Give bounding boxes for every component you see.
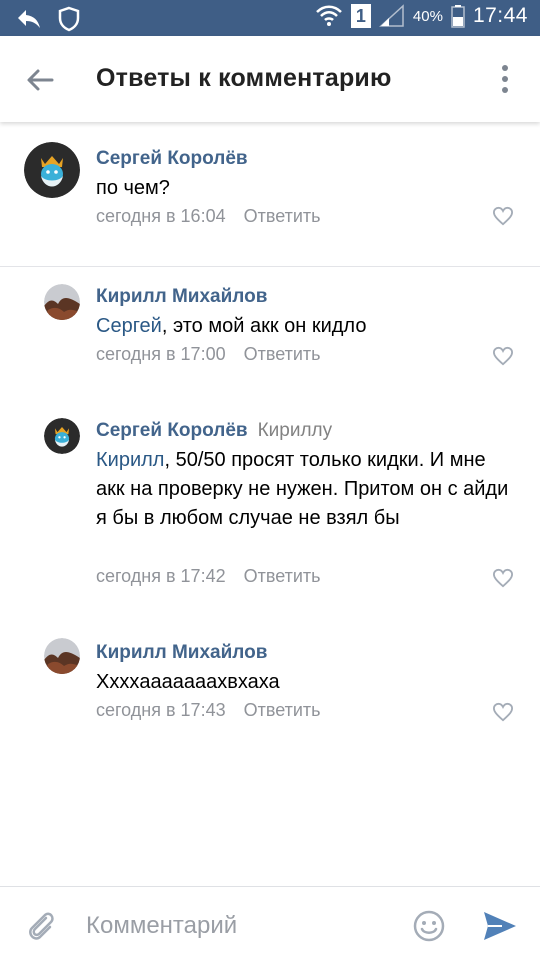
mention-link[interactable]: Кирилл xyxy=(96,449,164,471)
back-arrow-icon[interactable] xyxy=(22,62,58,98)
comment-body: Хххxааааааахвхаха xyxy=(96,671,280,693)
comment-item: Кирилл Михайлов Сергей, это мой акк он к… xyxy=(0,268,540,402)
comment-time: сегодня в 17:00 xyxy=(96,344,226,364)
status-bar: 1 40% 17:44 xyxy=(0,0,540,36)
comment-meta: сегодня в 17:43 Ответить xyxy=(96,700,321,721)
status-bar-left xyxy=(16,6,80,32)
comment-text: Хххxааааааахвхаха xyxy=(96,668,516,697)
comment-meta: сегодня в 17:42 Ответить xyxy=(96,566,321,587)
reply-button[interactable]: Ответить xyxy=(244,206,321,226)
comment-author[interactable]: Сергей Королёв xyxy=(96,148,248,170)
author-name: Сергей Королёв xyxy=(96,148,248,169)
battery-icon xyxy=(451,5,465,28)
comment-body: , это мой акк он кидло xyxy=(161,315,367,337)
like-heart-icon[interactable] xyxy=(492,568,514,588)
comment-text: Кирилл, 50/50 просят только кидки. И мне… xyxy=(96,446,516,533)
comment-author[interactable]: Кирилл Михайлов xyxy=(96,286,267,308)
comment-meta: сегодня в 17:00 Ответить xyxy=(96,344,321,365)
photo-avatar[interactable] xyxy=(44,638,80,674)
more-options-icon[interactable] xyxy=(500,64,510,94)
comment-body: по чем? xyxy=(96,177,170,199)
app-bar: Ответы к комментарию xyxy=(0,36,540,122)
photo-avatar[interactable] xyxy=(44,284,80,320)
status-bar-right: 1 40% 17:44 xyxy=(315,4,528,28)
comment-time: сегодня в 16:04 xyxy=(96,206,226,226)
reply-button[interactable]: Ответить xyxy=(244,566,321,586)
author-name: Кирилл Михайлов xyxy=(96,286,268,307)
comment-author[interactable]: Сергей Королёв Кириллу xyxy=(96,420,332,442)
like-heart-icon[interactable] xyxy=(492,702,514,722)
signal-icon xyxy=(378,4,404,27)
comment-item: Кирилл Михайлов Хххxааааааахвхаха сегодн… xyxy=(0,622,540,742)
emoji-icon[interactable] xyxy=(412,909,446,943)
battery-percent: 40% xyxy=(412,7,443,25)
comment-text: Сергей, это мой акк он кидло xyxy=(96,312,516,341)
king-avatar[interactable] xyxy=(44,418,80,454)
mention-link[interactable]: Сергей xyxy=(96,315,162,337)
comment-meta: сегодня в 16:04 Ответить xyxy=(96,206,321,227)
comment-author[interactable]: Кирилл Михайлов xyxy=(96,642,267,664)
reply-arrow-icon xyxy=(18,10,40,28)
divider xyxy=(0,266,540,267)
comment-input[interactable] xyxy=(86,911,396,941)
comment-time: сегодня в 17:42 xyxy=(96,566,226,586)
comment-time: сегодня в 17:43 xyxy=(96,700,226,720)
like-heart-icon[interactable] xyxy=(492,346,514,366)
comment-item: Сергей Королёв по чем? сегодня в 16:04 От… xyxy=(0,122,540,268)
author-name: Сергей Королёв xyxy=(96,420,248,441)
comment-text: по чем? xyxy=(96,174,516,203)
wifi-icon xyxy=(316,5,342,26)
reply-to-label: Кириллу xyxy=(257,420,333,441)
page-title: Ответы к комментарию xyxy=(96,64,392,92)
king-avatar[interactable] xyxy=(24,142,80,198)
reply-button[interactable]: Ответить xyxy=(244,700,321,720)
like-heart-icon[interactable] xyxy=(492,206,514,226)
comment-item: Сергей Королёв Кириллу Кирилл, 50/50 прос… xyxy=(0,402,540,632)
shield-icon xyxy=(58,6,80,32)
author-name: Кирилл Михайлов xyxy=(96,642,268,663)
paperclip-icon[interactable] xyxy=(26,909,56,943)
sim-card-icon: 1 xyxy=(350,4,371,28)
reply-button[interactable]: Ответить xyxy=(244,344,321,364)
clock: 17:44 xyxy=(472,4,528,27)
comment-composer xyxy=(0,886,540,960)
send-icon[interactable] xyxy=(482,909,518,943)
